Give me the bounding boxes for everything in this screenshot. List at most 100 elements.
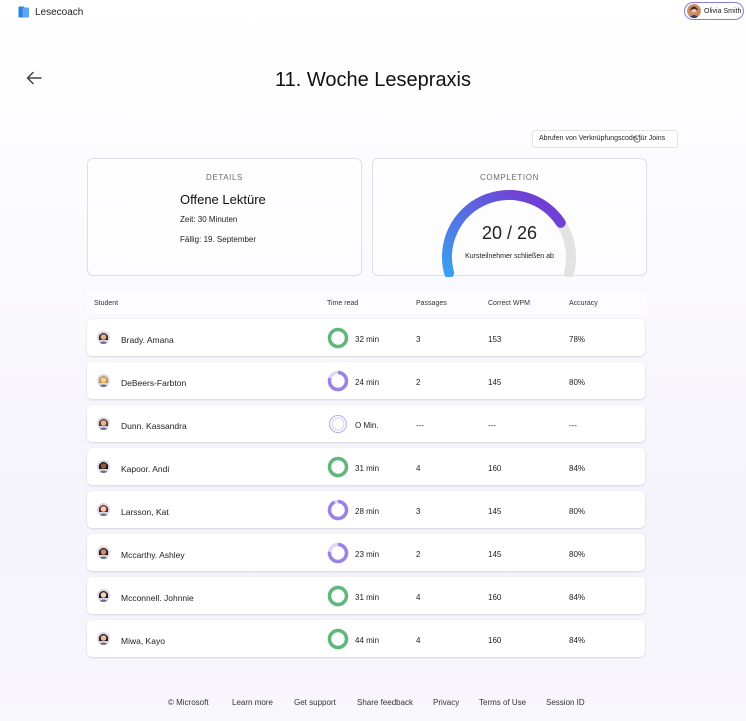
progress-ring-icon [327,585,349,607]
time-read: 44 min [355,636,380,645]
column-header-time-read: Time read [327,300,359,307]
avatar [97,417,110,430]
table-row[interactable]: Miwa, Kayo 44 min 4 160 84% [87,620,645,657]
accuracy: 80% [569,550,586,559]
time-read: 28 min [355,507,380,516]
footer-copyright: © Microsoft [168,698,209,707]
passages: 4 [416,464,421,473]
passages: 3 [416,507,421,516]
correct-wpm: 160 [488,636,502,645]
passages: 3 [416,335,421,344]
completion-heading: COMPLETION [480,173,539,182]
footer-link-get-support[interactable]: Get support [294,698,336,707]
student-name: Larsson, Kat [121,507,169,517]
column-header-accuracy: Accuracy [569,300,598,307]
progress-ring-fill [327,628,349,650]
student-name: Mcconnell. Johnnie [121,593,194,603]
footer-link-terms-of-use[interactable]: Terms of Use [479,698,526,707]
accuracy: 84% [569,636,586,645]
correct-wpm: 145 [488,550,502,559]
details-card: DETAILS Offene Lektüre Zeit: 30 Minuten … [87,158,362,276]
time-read: 32 min [355,335,380,344]
footer-link-learn-more[interactable]: Learn more [232,698,273,707]
progress-ring-icon [327,327,349,349]
app-name: Lesecoach [35,7,84,18]
avatar [97,589,110,602]
completion-card: COMPLETION 20 / 26 Kursteilnehmer schlie… [372,158,647,277]
correct-wpm: 145 [488,378,502,387]
column-header-passages: Passages [416,300,447,307]
progress-ring-icon [327,542,349,564]
accuracy: 80% [569,378,586,387]
completion-subtitle: Kursteilnehmer schließen ab [465,253,554,260]
time-read: 23 min [355,550,380,559]
progress-ring-icon [329,415,347,433]
passages: 4 [416,636,421,645]
avatar [97,503,110,516]
passages: 4 [416,593,421,602]
passages: 2 [416,378,421,387]
student-name: DeBeers-Farbton [121,378,187,388]
passages: 2 [416,550,421,559]
avatar [97,632,110,645]
progress-ring-fill [327,585,349,607]
progress-ring-icon [327,370,349,392]
accuracy: --- [569,421,577,430]
table-row[interactable]: Brady. Amana 32 min 3 153 78% [87,319,645,356]
passages: --- [416,421,424,430]
assignment-due-date: Fällig: 19. September [180,235,257,244]
book-icon [18,6,29,18]
table-row[interactable]: Larsson, Kat 28 min 3 145 80% [87,491,645,528]
student-name: Mccarthy. Ashley [121,550,185,560]
get-join-code-button[interactable]: Abrufen von Verknüpfungscode für Joins [532,130,678,148]
footer-link-session-id[interactable]: Session ID [546,698,585,707]
student-name: Dunn. Kassandra [121,421,187,431]
table-row[interactable]: Mccarthy. Ashley 23 min 2 145 80% [87,534,645,571]
avatar [97,460,110,473]
footer-link-privacy[interactable]: Privacy [433,698,459,707]
accuracy: 84% [569,593,586,602]
correct-wpm: 145 [488,507,502,516]
completion-count: 20 / 26 [481,223,538,243]
accuracy: 80% [569,507,586,516]
column-header-correct-wpm: Correct WPM [488,300,530,307]
progress-ring-icon [327,628,349,650]
footer-link-share-feedback[interactable]: Share feedback [357,698,413,707]
avatar [97,546,110,559]
top-bar: Lesecoach Olivia Smith [0,0,746,26]
avatar [687,4,701,18]
gear-icon[interactable] [632,134,642,144]
correct-wpm: --- [488,421,496,430]
column-header-student: Student [94,300,119,307]
progress-ring-empty [331,417,345,431]
table-header: Student Time read Passages Correct WPM A… [87,292,647,314]
student-name: Kapoor. Andi [121,464,170,474]
student-name: Miwa, Kayo [121,636,165,646]
time-read: 31 min [355,464,380,473]
table-row[interactable]: Dunn. Kassandra O Min. --- --- --- [87,405,645,442]
student-name: Brady. Amana [121,335,174,345]
page-title: 11. Woche Lesepraxis [274,69,472,91]
correct-wpm: 160 [488,464,502,473]
accuracy: 84% [569,464,586,473]
correct-wpm: 160 [488,593,502,602]
time-read: 31 min [355,593,380,602]
accuracy: 78% [569,335,586,344]
table-row[interactable]: Kapoor. Andi 31 min 4 160 84% [87,448,645,485]
table-row[interactable]: Mcconnell. Johnnie 31 min 4 160 84% [87,577,645,614]
progress-ring-icon [327,456,349,478]
table-row[interactable]: DeBeers-Farbton 24 min 2 145 80% [87,362,645,399]
user-account-button[interactable]: Olivia Smith [684,2,744,20]
user-name: Olivia Smith [704,7,742,15]
progress-ring-fill [327,456,349,478]
assignment-title: Offene Lektüre [180,192,266,207]
progress-ring-fill [327,499,349,521]
details-heading: DETAILS [206,173,243,182]
assignment-time: Zeit: 30 Minuten [180,215,238,224]
progress-ring-icon [327,499,349,521]
correct-wpm: 153 [488,335,502,344]
avatar [97,374,110,387]
time-read: O Min. [355,421,379,430]
time-read: 24 min [355,378,380,387]
progress-ring-fill [327,327,349,349]
